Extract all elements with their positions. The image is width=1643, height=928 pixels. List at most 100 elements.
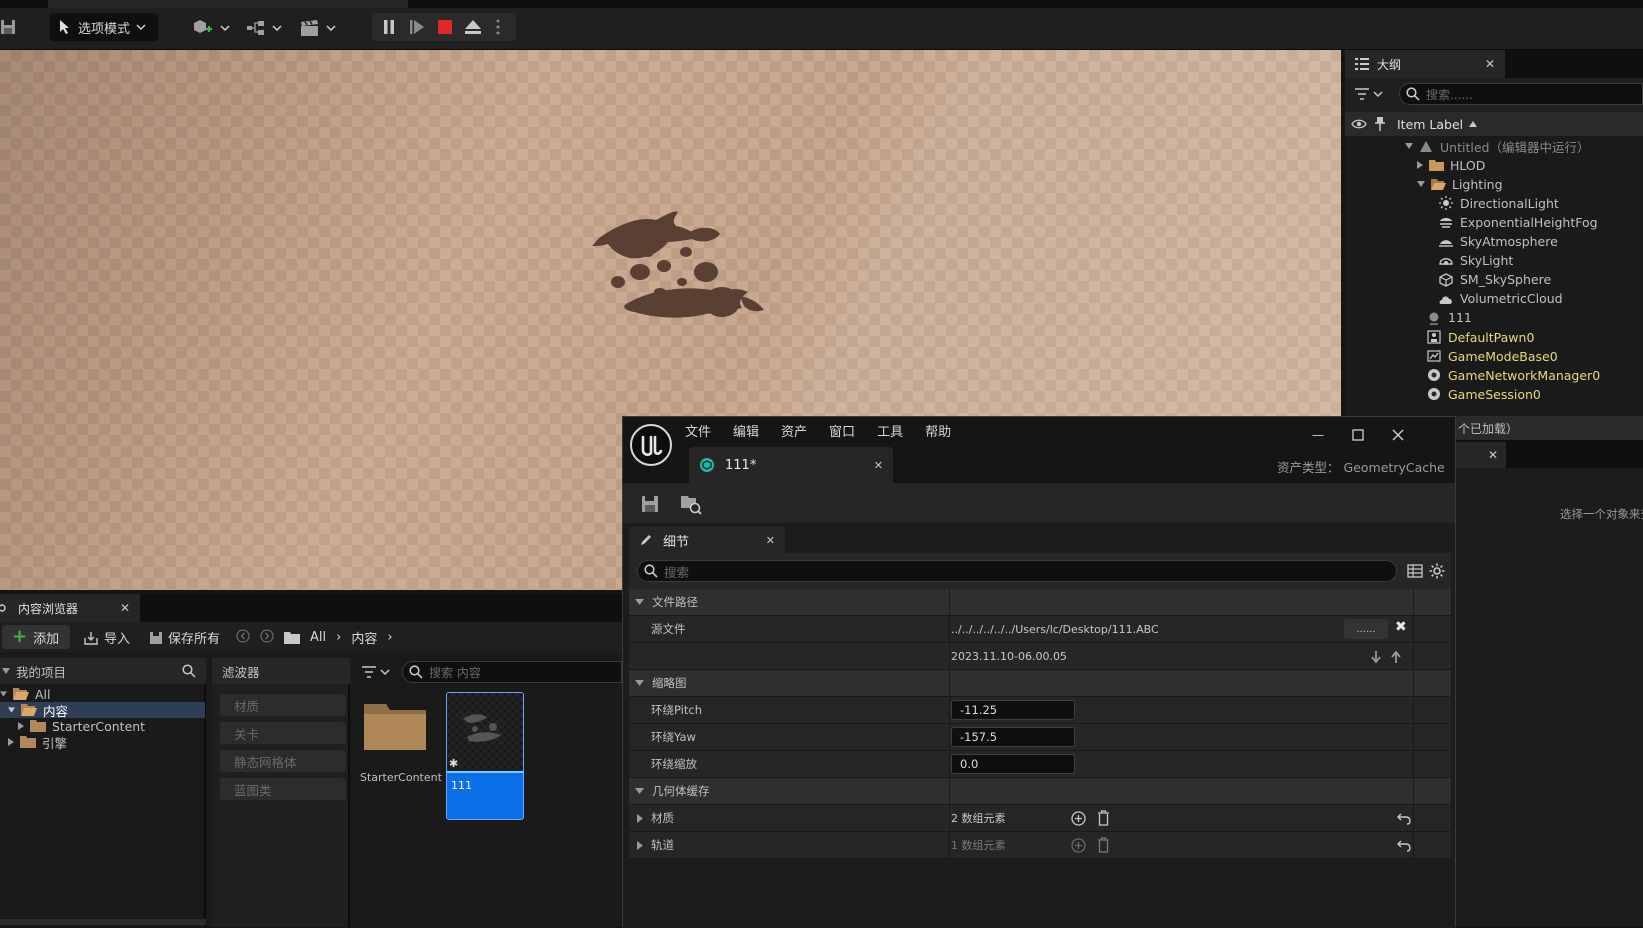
outliner-row[interactable]: 111: [1427, 308, 1472, 328]
asset-editor-tab[interactable]: 111* ✕: [689, 447, 893, 483]
save-asset-button[interactable]: [639, 493, 661, 515]
eye-icon[interactable]: [1351, 118, 1367, 130]
menu-item[interactable]: 工具: [877, 421, 903, 440]
filter-static-mesh[interactable]: 静态网格体: [220, 750, 346, 772]
filter-blueprint-class[interactable]: 蓝图类: [220, 778, 346, 800]
gear-icon[interactable]: [1429, 563, 1445, 579]
asset-tile-starter-content[interactable]: StarterContent: [360, 698, 442, 788]
level-tab[interactable]: [48, 0, 408, 8]
outliner-row[interactable]: SkyAtmosphere: [1439, 232, 1558, 252]
content-browser-tab[interactable]: 内容浏览器 ✕: [0, 594, 140, 622]
chevron-down-icon[interactable]: [1405, 143, 1413, 149]
asset-filter-button[interactable]: [362, 666, 390, 678]
forward-icon[interactable]: [260, 629, 274, 643]
step-frame-button[interactable]: [406, 17, 428, 37]
tree-item-all[interactable]: All: [0, 686, 206, 702]
import-button[interactable]: 导入: [84, 628, 130, 647]
outliner-row[interactable]: GameSession0: [1427, 384, 1541, 404]
filter-material[interactable]: 材质: [220, 694, 346, 716]
details-search-input[interactable]: 搜索: [637, 560, 1397, 582]
outliner-tab[interactable]: 大纲 ✕: [1345, 50, 1505, 78]
search-icon[interactable]: [182, 664, 196, 678]
chevron-down-icon[interactable]: [1417, 181, 1425, 188]
close-icon[interactable]: ✕: [1488, 448, 1498, 462]
asset-tile-111[interactable]: ✱ 111: [446, 692, 524, 820]
maximize-button[interactable]: [1347, 425, 1369, 445]
reset-icon[interactable]: [1397, 813, 1411, 825]
tree-item-starter-content[interactable]: StarterContent: [18, 718, 145, 734]
reset-icon[interactable]: [1397, 840, 1411, 852]
outliner-filter-button[interactable]: [1355, 88, 1383, 100]
outliner-row[interactable]: DirectionalLight: [1439, 193, 1559, 213]
browse-source-button[interactable]: ......: [1344, 619, 1388, 639]
clear-icon[interactable]: ✖: [1395, 619, 1407, 635]
outliner-row[interactable]: HLOD: [1417, 155, 1485, 175]
close-icon[interactable]: ✕: [874, 459, 883, 472]
outliner-row[interactable]: Untitled（编辑器中运行）: [1405, 136, 1589, 156]
trash-icon[interactable]: [1097, 837, 1110, 853]
arrow-up-icon[interactable]: [1391, 651, 1401, 663]
section-thumbnail[interactable]: 缩略图: [629, 670, 1451, 697]
outliner-row[interactable]: ExponentialHeightFog: [1439, 212, 1598, 232]
unreal-logo-icon[interactable]: [629, 423, 673, 467]
outliner-row[interactable]: DefaultPawn0: [1427, 327, 1534, 347]
play-options-button[interactable]: [490, 17, 506, 37]
add-button[interactable]: + 添加: [2, 625, 70, 649]
cinematics-button[interactable]: [300, 19, 336, 37]
column-divider[interactable]: [949, 589, 950, 859]
details-tab[interactable]: ✕: [1456, 442, 1506, 468]
outliner-row[interactable]: SM_SkySphere: [1439, 270, 1551, 290]
orbit-zoom-input[interactable]: 0.0: [951, 754, 1075, 774]
close-icon[interactable]: ✕: [1485, 57, 1495, 71]
outliner-row[interactable]: VolumetricCloud: [1439, 289, 1563, 309]
content-search-input[interactable]: 搜索 内容: [402, 661, 622, 683]
blueprint-button[interactable]: [246, 20, 282, 36]
tree-scrollbar[interactable]: [0, 919, 206, 925]
breadcrumb-all[interactable]: All: [310, 630, 326, 645]
section-geometry-cache[interactable]: 几何体缓存: [629, 778, 1451, 805]
outliner-row[interactable]: SkyLight: [1439, 251, 1513, 271]
stop-button[interactable]: [434, 17, 456, 37]
section-file-path[interactable]: 文件路径: [629, 589, 1451, 616]
pause-button[interactable]: [378, 17, 400, 37]
item-label-column[interactable]: Item Label: [1397, 117, 1463, 132]
menu-item[interactable]: 文件: [685, 421, 711, 440]
add-element-icon[interactable]: [1071, 811, 1086, 826]
trash-icon[interactable]: [1097, 810, 1110, 826]
add-actor-button[interactable]: [192, 19, 230, 37]
arrow-down-icon[interactable]: [1371, 651, 1381, 663]
eject-button[interactable]: [462, 17, 484, 37]
menu-item[interactable]: 编辑: [733, 421, 759, 440]
menu-item[interactable]: 窗口: [829, 421, 855, 440]
geometry-cache-mesh[interactable]: [590, 202, 780, 342]
mode-select-button[interactable]: 选项模式: [50, 13, 158, 41]
close-icon[interactable]: ✕: [120, 601, 130, 615]
tree-item-content[interactable]: 内容: [0, 702, 205, 719]
save-all-button[interactable]: 保存所有: [150, 628, 220, 647]
menu-item[interactable]: 帮助: [925, 421, 951, 440]
outliner-row[interactable]: GameNetworkManager0: [1427, 365, 1600, 385]
my-project-header[interactable]: 我的项目: [0, 658, 206, 684]
outliner-row[interactable]: Lighting: [1417, 174, 1503, 194]
table-view-icon[interactable]: [1407, 564, 1423, 578]
add-element-icon[interactable]: [1071, 838, 1086, 853]
details-tab[interactable]: 细节 ✕: [629, 527, 785, 553]
breadcrumb-content[interactable]: 内容: [351, 628, 377, 647]
close-icon[interactable]: ✕: [766, 534, 775, 547]
back-icon[interactable]: [236, 629, 250, 643]
row-tracks[interactable]: 轨道 1 数组元素: [629, 832, 1451, 859]
close-window-button[interactable]: [1387, 425, 1409, 445]
outliner-row[interactable]: GameModeBase0: [1427, 346, 1558, 366]
pin-icon[interactable]: [1375, 117, 1385, 131]
minimize-button[interactable]: —: [1307, 425, 1329, 445]
tree-item-engine[interactable]: 引擎: [8, 734, 67, 751]
menu-item[interactable]: 资产: [781, 421, 807, 440]
filter-level[interactable]: 关卡: [220, 722, 346, 744]
row-materials[interactable]: 材质 2 数组元素: [629, 805, 1451, 832]
orbit-yaw-input[interactable]: -157.5: [951, 727, 1075, 747]
outliner-search-input[interactable]: 搜索......: [1399, 83, 1643, 105]
browse-to-asset-button[interactable]: [679, 492, 703, 516]
orbit-pitch-input[interactable]: -11.25: [951, 700, 1075, 720]
chevron-right-icon[interactable]: [1417, 161, 1423, 170]
save-button[interactable]: [0, 18, 18, 36]
